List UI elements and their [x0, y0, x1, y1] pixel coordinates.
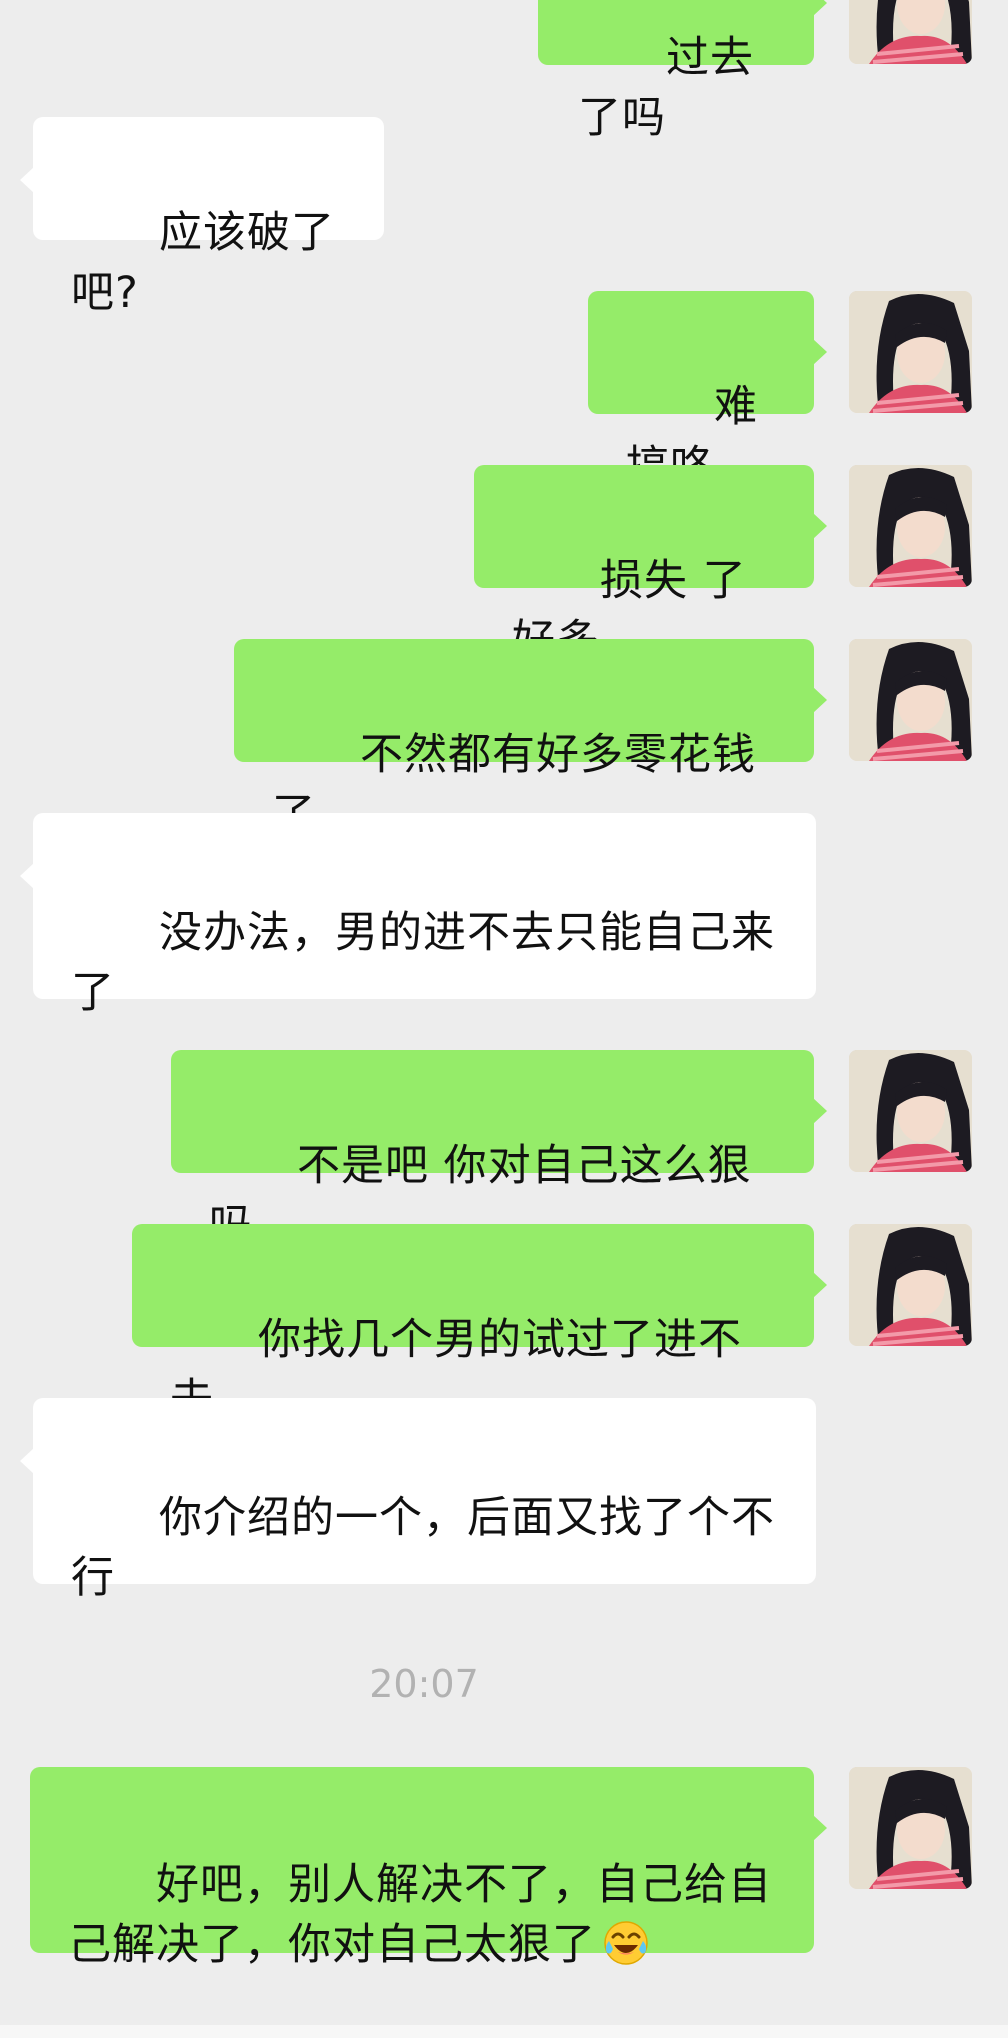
message-bubble-outgoing[interactable]: 你找几个男的试过了进不去: [132, 1224, 827, 1425]
message-bubble-outgoing[interactable]: 不是吧 你对自己这么狠吗: [171, 1050, 827, 1251]
contact-avatar[interactable]: [849, 291, 972, 413]
message-text: 好吧，别人解决不了，自己给自己解决了，你对自己太狠了: [68, 1860, 773, 1970]
avatar-portrait-icon: [849, 1767, 972, 1889]
input-bar-edge: [0, 2025, 1008, 2038]
avatar-portrait-icon: [849, 291, 972, 413]
message-text: 你介绍的一个，后面又找了个不行: [71, 1493, 776, 1603]
message-bubble-outgoing[interactable]: 不然都有好多零花钱了: [234, 639, 827, 840]
avatar-portrait-icon: [849, 1050, 972, 1172]
message-bubble-outgoing[interactable]: 难搞咯: [588, 291, 827, 492]
message-text: 过去了吗: [578, 33, 755, 143]
contact-avatar[interactable]: [849, 1224, 972, 1346]
contact-avatar[interactable]: [849, 465, 972, 587]
chat-area[interactable]: 过去了吗 应该破了吧? 难搞咯: [0, 0, 1008, 2038]
message-bubble-outgoing[interactable]: 好吧，别人解决不了，自己给自己解决了，你对自己太狠了: [30, 1767, 827, 1970]
timestamp-text: 20:07: [369, 1662, 479, 1706]
contact-avatar[interactable]: [849, 0, 972, 64]
message-bubble-outgoing[interactable]: 过去了吗: [538, 0, 827, 143]
message-text: 应该破了吧?: [71, 208, 336, 318]
message-text: 没办法，男的进不去只能自己来了: [71, 908, 776, 1018]
avatar-portrait-icon: [849, 465, 972, 587]
message-bubble-outgoing[interactable]: 损失 了好多: [474, 465, 827, 666]
avatar-portrait-icon: [849, 0, 972, 64]
avatar-portrait-icon: [849, 1224, 972, 1346]
message-bubble-incoming[interactable]: 应该破了吧?: [20, 117, 384, 318]
tears-of-joy-emoji-icon: [602, 1919, 650, 1983]
message-bubble-incoming[interactable]: 你介绍的一个，后面又找了个不行: [20, 1398, 816, 1603]
contact-avatar[interactable]: [849, 639, 972, 761]
contact-avatar[interactable]: [849, 1767, 972, 1889]
message-bubble-incoming[interactable]: 没办法，男的进不去只能自己来了: [20, 813, 816, 1018]
message-timestamp: 20:07: [0, 1662, 848, 1706]
contact-avatar[interactable]: [849, 1050, 972, 1172]
avatar-portrait-icon: [849, 639, 972, 761]
